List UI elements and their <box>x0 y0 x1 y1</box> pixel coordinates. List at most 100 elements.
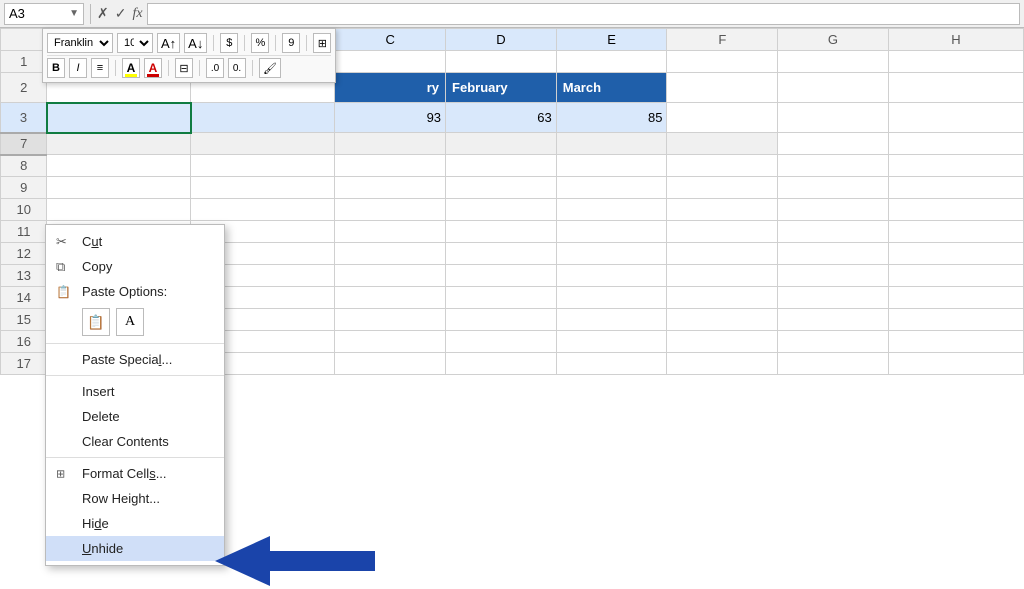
cell-reference-box[interactable]: A3 ▼ <box>4 3 84 25</box>
cell-d14[interactable] <box>446 287 557 309</box>
cell-c10[interactable] <box>335 199 446 221</box>
cell-c12[interactable] <box>335 243 446 265</box>
cell-h8[interactable] <box>888 155 1023 177</box>
row-header-11[interactable]: 11 <box>1 221 47 243</box>
col-header-h[interactable]: H <box>888 29 1023 51</box>
cell-h13[interactable] <box>888 265 1023 287</box>
cell-g7[interactable] <box>778 133 889 155</box>
col-header-e[interactable]: E <box>556 29 667 51</box>
cell-g15[interactable] <box>778 309 889 331</box>
cell-b8[interactable] <box>191 155 335 177</box>
cell-e12[interactable] <box>556 243 667 265</box>
cell-g11[interactable] <box>778 221 889 243</box>
cell-h16[interactable] <box>888 331 1023 353</box>
cell-f3[interactable] <box>667 103 778 133</box>
font-grow-button[interactable]: A↑ <box>157 33 180 53</box>
row-header-2[interactable]: 2 <box>1 73 47 103</box>
row-header-9[interactable]: 9 <box>1 177 47 199</box>
row-header-8[interactable]: 8 <box>1 155 47 177</box>
cell-c11[interactable] <box>335 221 446 243</box>
cell-f15[interactable] <box>667 309 778 331</box>
cell-c8[interactable] <box>335 155 446 177</box>
comma-button[interactable]: 9 <box>282 33 300 53</box>
cell-b10[interactable] <box>191 199 335 221</box>
inc-decimal-button[interactable]: .0 <box>206 58 224 78</box>
borders-button[interactable]: ⊞ <box>313 33 331 53</box>
dec-decimal-button[interactable]: 0. <box>228 58 246 78</box>
cell-e16[interactable] <box>556 331 667 353</box>
cell-h10[interactable] <box>888 199 1023 221</box>
context-menu-hide[interactable]: Hide <box>46 511 224 536</box>
font-shrink-button[interactable]: A↓ <box>184 33 207 53</box>
cell-h1[interactable] <box>888 51 1023 73</box>
context-menu-paste-special[interactable]: Paste Special... <box>46 347 224 372</box>
context-menu-clear-contents[interactable]: Clear Contents <box>46 429 224 454</box>
cell-g14[interactable] <box>778 287 889 309</box>
cell-e7[interactable] <box>556 133 667 155</box>
cell-f13[interactable] <box>667 265 778 287</box>
cancel-icon[interactable]: ✗ <box>97 5 109 22</box>
col-header-d[interactable]: D <box>446 29 557 51</box>
cell-f2[interactable] <box>667 73 778 103</box>
cell-g9[interactable] <box>778 177 889 199</box>
row-header-15[interactable]: 15 <box>1 309 47 331</box>
row-header-7[interactable]: 7 <box>1 133 47 155</box>
percent-button[interactable]: % <box>251 33 269 53</box>
cell-d16[interactable] <box>446 331 557 353</box>
cell-h3[interactable] <box>888 103 1023 133</box>
context-menu-format-cells[interactable]: ⊞ Format Cells... <box>46 461 224 486</box>
cell-d15[interactable] <box>446 309 557 331</box>
cell-d9[interactable] <box>446 177 557 199</box>
cell-h7[interactable] <box>888 133 1023 155</box>
cell-d10[interactable] <box>446 199 557 221</box>
row-header-1[interactable]: 1 <box>1 51 47 73</box>
highlight-button[interactable]: A <box>122 58 140 78</box>
cell-c14[interactable] <box>335 287 446 309</box>
cell-e14[interactable] <box>556 287 667 309</box>
cell-a8[interactable] <box>47 155 191 177</box>
formula-input[interactable] <box>147 3 1020 25</box>
cell-f14[interactable] <box>667 287 778 309</box>
cell-a9[interactable] <box>47 177 191 199</box>
cell-f8[interactable] <box>667 155 778 177</box>
cell-c2[interactable]: ry <box>335 73 446 103</box>
cell-d11[interactable] <box>446 221 557 243</box>
cell-g16[interactable] <box>778 331 889 353</box>
cell-e1[interactable] <box>556 51 667 73</box>
context-menu-cut[interactable]: ✂ Cut <box>46 229 224 254</box>
col-header-g[interactable]: G <box>778 29 889 51</box>
paint-format-button[interactable]: 🖌 <box>259 58 281 78</box>
row-header-12[interactable]: 12 <box>1 243 47 265</box>
dollar-button[interactable]: $ <box>220 33 238 53</box>
cell-f12[interactable] <box>667 243 778 265</box>
cell-g17[interactable] <box>778 353 889 375</box>
cell-d7[interactable] <box>446 133 557 155</box>
cell-f16[interactable] <box>667 331 778 353</box>
cell-h9[interactable] <box>888 177 1023 199</box>
cell-c9[interactable] <box>335 177 446 199</box>
cell-c15[interactable] <box>335 309 446 331</box>
row-header-13[interactable]: 13 <box>1 265 47 287</box>
cell-d17[interactable] <box>446 353 557 375</box>
cell-c3[interactable]: 93 <box>335 103 446 133</box>
cell-g12[interactable] <box>778 243 889 265</box>
cell-d8[interactable] <box>446 155 557 177</box>
cell-h11[interactable] <box>888 221 1023 243</box>
cell-f11[interactable] <box>667 221 778 243</box>
cell-b9[interactable] <box>191 177 335 199</box>
cell-g2[interactable] <box>778 73 889 103</box>
cell-d2[interactable]: February <box>446 73 557 103</box>
cell-f7[interactable] <box>667 133 778 155</box>
cell-h17[interactable] <box>888 353 1023 375</box>
row-header-3[interactable]: 3 <box>1 103 47 133</box>
cell-a7[interactable] <box>47 133 191 155</box>
cell-g3[interactable] <box>778 103 889 133</box>
cell-g10[interactable] <box>778 199 889 221</box>
cell-b7[interactable] <box>191 133 335 155</box>
bold-button[interactable]: B <box>47 58 65 78</box>
context-menu-copy[interactable]: ⧉ Copy <box>46 254 224 279</box>
cell-c7[interactable] <box>335 133 446 155</box>
paste-icon-clipboard[interactable]: 📋 <box>82 308 110 336</box>
italic-button[interactable]: I <box>69 58 87 78</box>
cell-c17[interactable] <box>335 353 446 375</box>
